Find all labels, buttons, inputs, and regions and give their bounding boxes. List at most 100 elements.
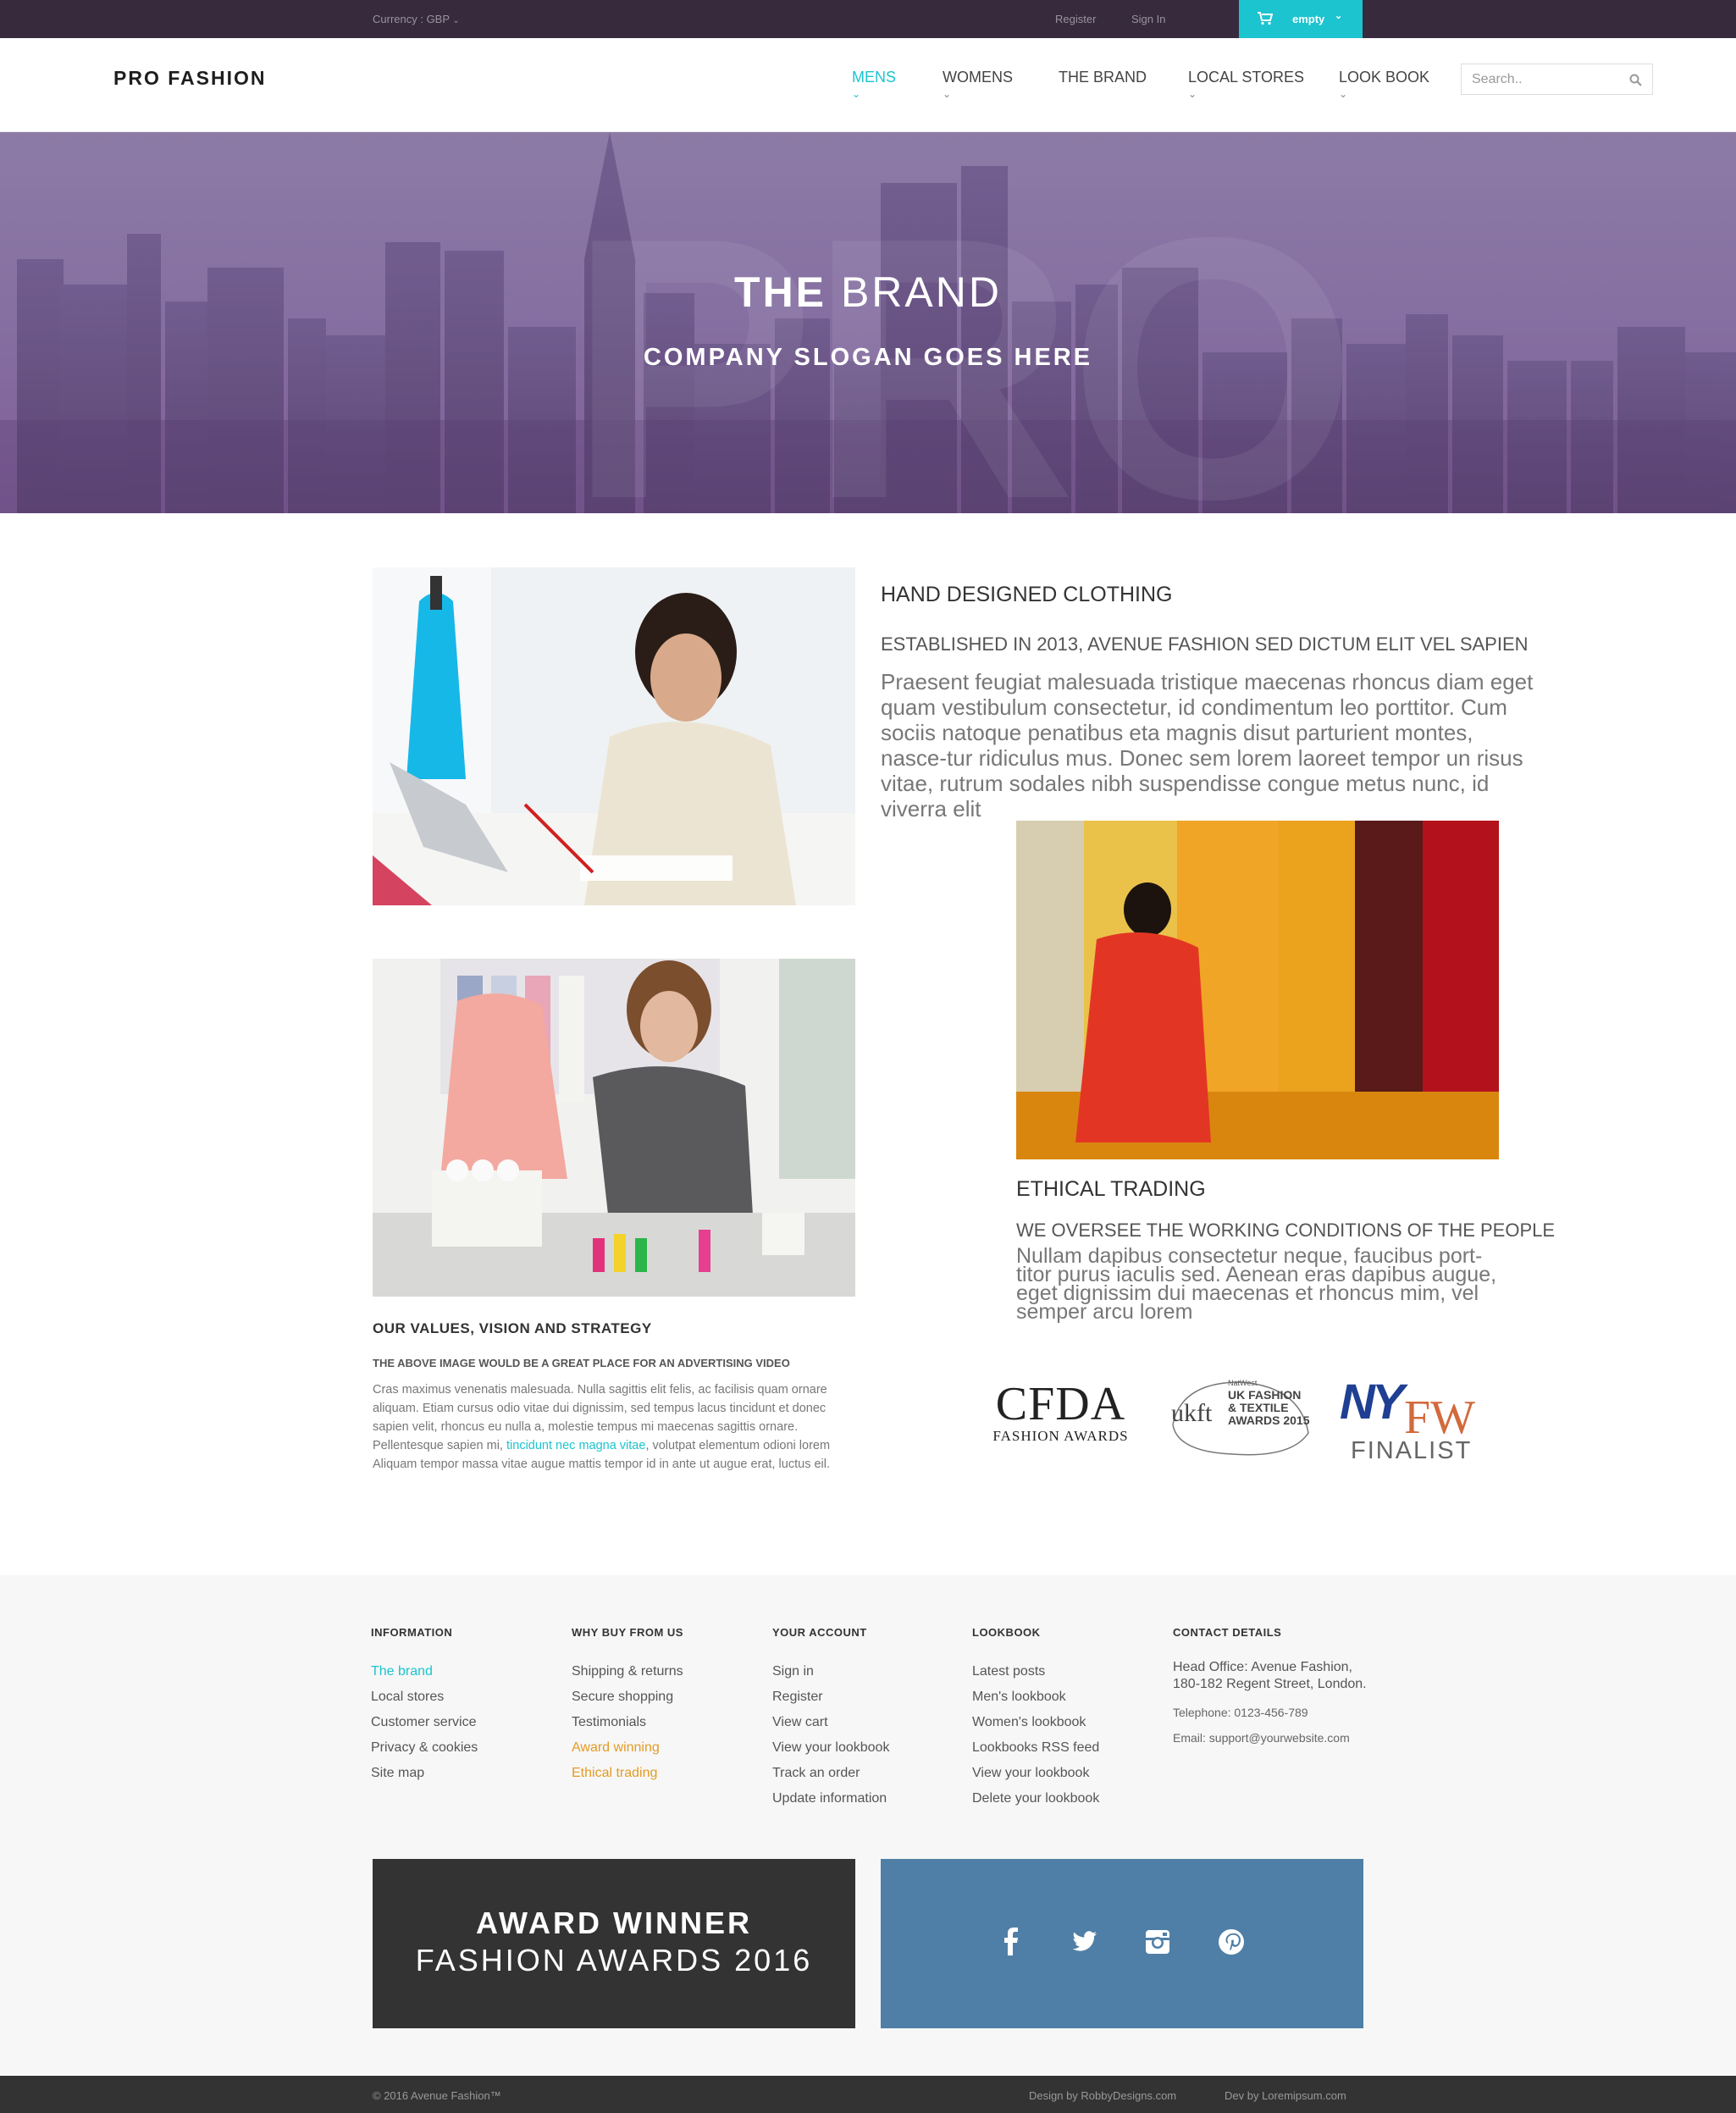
values-heading: OUR VALUES, VISION AND STRATEGY	[373, 1320, 652, 1336]
footer-link-view-cart[interactable]: View cart	[772, 1710, 889, 1735]
footer-link-register[interactable]: Register	[772, 1684, 889, 1710]
footer-col-title: INFORMATION	[371, 1626, 453, 1639]
footer-link-delete-lookbook[interactable]: Delete your lookbook	[972, 1786, 1099, 1812]
chevron-down-icon: ⌄	[852, 88, 861, 100]
footer-link-rss-feed[interactable]: Lookbooks RSS feed	[972, 1735, 1099, 1761]
footer-link-award-winning[interactable]: Award winning	[572, 1735, 683, 1761]
footer-col-title: YOUR ACCOUNT	[772, 1626, 867, 1639]
chevron-down-icon: ⌄	[1339, 88, 1348, 100]
cart-button[interactable]: empty ⌄	[1239, 0, 1363, 38]
bottom-bar: © 2016 Avenue Fashion™ Design by RobbyDe…	[0, 2076, 1736, 2113]
nav-label: THE BRAND	[1059, 69, 1147, 86]
values-subheading: THE ABOVE IMAGE WOULD BE A GREAT PLACE F…	[373, 1357, 790, 1369]
nav-item-look-book[interactable]: LOOK BOOK ⌄	[1339, 69, 1429, 100]
footer-col-title: LOOKBOOK	[972, 1626, 1041, 1639]
chevron-down-icon: ⌄	[1335, 11, 1343, 21]
cfda-award-logo: CFDA FASHION AWARDS	[987, 1380, 1135, 1448]
cart-label: empty	[1292, 13, 1325, 25]
design-credit-link[interactable]: Design by RobbyDesigns.com	[1029, 2089, 1176, 2102]
footer-link-sign-in[interactable]: Sign in	[772, 1659, 889, 1684]
social-links-panel	[881, 1859, 1363, 2028]
page-title-light: BRAND	[840, 268, 1002, 316]
site-footer: INFORMATION The brand Local stores Custo…	[0, 1575, 1736, 2075]
contact-address-line2: 180-182 Regent Street, London.	[1173, 1677, 1367, 1691]
search-icon[interactable]	[1629, 74, 1642, 86]
ukft-logo-text: ukft	[1171, 1399, 1213, 1427]
main-header: PRO FASHION MENS ⌄ WOMENS ⌄ THE BRAND LOCA…	[0, 38, 1736, 132]
company-slogan: COMPANY SLOGAN GOES HERE	[643, 344, 1093, 371]
values-inline-link[interactable]: tincidunt nec magna vitae	[506, 1439, 645, 1452]
footer-link-view-lookbook[interactable]: View your lookbook	[772, 1735, 889, 1761]
cart-icon	[1258, 12, 1273, 25]
intro-paragraph: Praesent feugiat malesuada tristique mae…	[881, 669, 1534, 821]
footer-col-contact: CONTACT DETAILS Head Office: Avenue Fash…	[1173, 1626, 1367, 1751]
award-winner-banner: AWARD WINNER FASHION AWARDS 2016	[373, 1859, 855, 2028]
footer-link-the-brand[interactable]: The brand	[371, 1659, 478, 1684]
twitter-icon[interactable]	[1066, 1925, 1100, 1959]
footer-link-shipping[interactable]: Shipping & returns	[572, 1659, 683, 1684]
ethical-subheading: WE OVERSEE THE WORKING CONDITIONS OF THE…	[1016, 1220, 1556, 1241]
nav-label: LOOK BOOK	[1339, 69, 1430, 86]
footer-col-information: INFORMATION The brand Local stores Custo…	[371, 1626, 478, 1786]
ukft-award-logo: NatWest ukft UK FASHION & TEXTILE AWARDS…	[1164, 1374, 1317, 1458]
nav-item-local-stores[interactable]: LOCAL STORES ⌄	[1188, 69, 1304, 100]
nyfw-award-logo: NY FW FINALIST	[1338, 1374, 1490, 1467]
contact-email[interactable]: Email: support@yourwebsite.com	[1173, 1725, 1367, 1751]
dev-credit-link[interactable]: Dev by Loremipsum.com	[1225, 2089, 1346, 2102]
footer-link-secure-shopping[interactable]: Secure shopping	[572, 1684, 683, 1710]
footer-link-womens-lookbook[interactable]: Women's lookbook	[972, 1710, 1099, 1735]
nav-label: LOCAL STORES	[1188, 69, 1305, 86]
page-title-bold: THE	[734, 268, 827, 316]
cfda-logo-text: CFDA	[995, 1378, 1126, 1430]
currency-label: Currency : GBP	[373, 13, 450, 25]
register-link[interactable]: Register	[1055, 13, 1096, 25]
chevron-down-icon: ⌄	[1188, 88, 1197, 100]
footer-col-why-buy: WHY BUY FROM US Shipping & returns Secur…	[572, 1626, 683, 1786]
facebook-icon[interactable]	[994, 1925, 1028, 1959]
ethical-trading-heading: ETHICAL TRADING	[1016, 1177, 1206, 1201]
search-box	[1461, 64, 1653, 95]
footer-link-your-lookbook[interactable]: View your lookbook	[972, 1761, 1099, 1786]
footer-link-update-info[interactable]: Update information	[772, 1786, 889, 1812]
nav-item-the-brand[interactable]: THE BRAND	[1059, 69, 1147, 86]
contact-telephone: Telephone: 0123-456-789	[1173, 1706, 1308, 1719]
chevron-down-icon: ⌄	[452, 16, 460, 25]
nav-item-mens[interactable]: MENS ⌄	[852, 69, 896, 100]
nyfw-finalist-text: FINALIST	[1351, 1437, 1473, 1464]
established-subheading: ESTABLISHED IN 2013, AVENUE FASHION SED …	[881, 633, 1529, 655]
nav-item-womens[interactable]: WOMENS ⌄	[943, 69, 1013, 100]
footer-col-account: YOUR ACCOUNT Sign in Register View cart …	[772, 1626, 889, 1812]
footer-link-customer-service[interactable]: Customer service	[371, 1710, 478, 1735]
contact-address-line1: Head Office: Avenue Fashion,	[1173, 1660, 1352, 1674]
hero-banner: PRO THE BRAND COMPANY SLOGAN GOES HERE	[0, 132, 1736, 513]
footer-link-mens-lookbook[interactable]: Men's lookbook	[972, 1684, 1099, 1710]
sign-in-link[interactable]: Sign In	[1131, 13, 1165, 25]
copyright-text: © 2016 Avenue Fashion™	[373, 2089, 501, 2102]
footer-link-local-stores[interactable]: Local stores	[371, 1684, 478, 1710]
award-line-2: FASHION AWARDS 2016	[415, 1943, 813, 1977]
footer-link-site-map[interactable]: Site map	[371, 1761, 478, 1786]
footer-col-title: CONTACT DETAILS	[1173, 1626, 1282, 1639]
nav-label: WOMENS	[943, 69, 1013, 86]
footer-link-latest-posts[interactable]: Latest posts	[972, 1659, 1099, 1684]
currency-selector[interactable]: Currency : GBP ⌄	[373, 13, 460, 25]
footer-link-testimonials[interactable]: Testimonials	[572, 1710, 683, 1735]
tailor-workshop-photo	[373, 959, 855, 1297]
values-paragraph: Cras maximus venenatis malesuada. Nulla …	[373, 1380, 864, 1474]
site-logo[interactable]: PRO FASHION	[113, 67, 266, 90]
search-input[interactable]	[1462, 64, 1618, 94]
ethical-trading-photo	[1016, 821, 1499, 1159]
hand-designed-heading: HAND DESIGNED CLOTHING	[881, 583, 1173, 606]
page-title: THE BRAND	[0, 268, 1736, 317]
top-bar: Currency : GBP ⌄ Register Sign In empty …	[0, 0, 1736, 38]
footer-link-track-order[interactable]: Track an order	[772, 1761, 889, 1786]
footer-link-ethical-trading[interactable]: Ethical trading	[572, 1761, 683, 1786]
instagram-icon[interactable]	[1141, 1925, 1175, 1959]
award-line-1: AWARD WINNER	[476, 1906, 752, 1940]
pinterest-icon[interactable]	[1214, 1925, 1248, 1959]
nav-label: MENS	[852, 69, 897, 86]
footer-col-title: WHY BUY FROM US	[572, 1626, 683, 1639]
designer-sketching-photo	[373, 567, 855, 905]
footer-link-privacy[interactable]: Privacy & cookies	[371, 1735, 478, 1761]
ukft-title: UK FASHION & TEXTILE AWARDS 2015	[1228, 1388, 1310, 1427]
